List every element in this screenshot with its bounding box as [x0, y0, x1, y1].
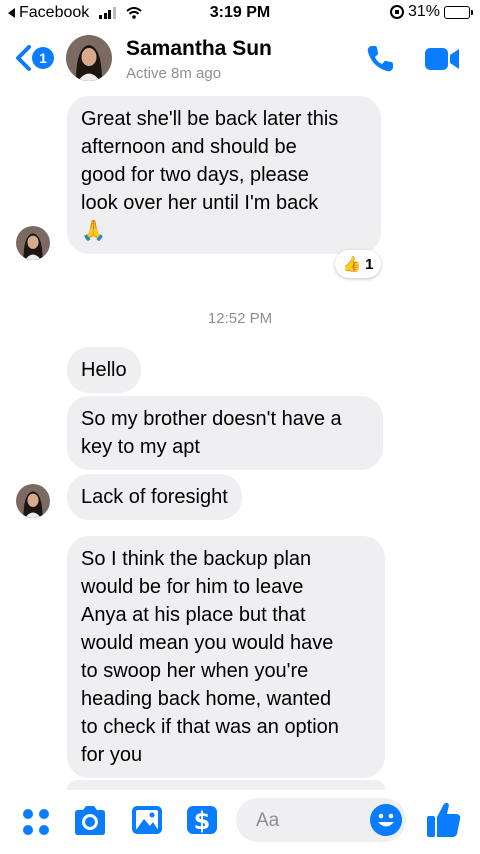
- message-input[interactable]: Aa: [236, 798, 406, 842]
- contact-name[interactable]: Samantha Sun: [126, 37, 272, 61]
- message-timestamp: 12:52 PM: [207, 310, 273, 327]
- dollar-icon[interactable]: $: [185, 804, 219, 836]
- status-bar: Facebook 3:19 PM 31%: [0, 0, 480, 26]
- message-input-placeholder: Aa: [256, 810, 280, 831]
- battery-icon: [444, 5, 473, 19]
- composer-bar: $ Aa: [0, 790, 480, 854]
- rotation-lock-icon: [389, 5, 404, 19]
- svg-text:$: $: [194, 807, 211, 835]
- message-bubble[interactable]: Great she'll be back later this afternoo…: [67, 96, 381, 254]
- status-right: 31%: [389, 3, 473, 21]
- battery-percent: 31%: [407, 3, 440, 20]
- camera-icon[interactable]: [72, 805, 108, 837]
- reaction-count: 1: [365, 255, 374, 273]
- sender-avatar[interactable]: [16, 484, 50, 518]
- sender-avatar[interactable]: [16, 226, 50, 260]
- message-bubble[interactable]: Lack of foresight: [67, 474, 242, 520]
- message-bubble[interactable]: So I think the backup plan would be for …: [67, 536, 385, 778]
- phone-icon[interactable]: [364, 43, 396, 75]
- photo-icon[interactable]: [130, 804, 164, 836]
- unread-badge[interactable]: 1: [32, 47, 54, 69]
- message-bubble[interactable]: Hello: [67, 347, 141, 393]
- emoji-icon[interactable]: [370, 804, 402, 836]
- message-reaction[interactable]: 👍 1: [335, 250, 381, 278]
- message-bubble[interactable]: So my brother doesn't have a key to my a…: [67, 396, 383, 470]
- thumbs-up-icon[interactable]: [426, 801, 462, 839]
- thumbs-up-reaction-icon: 👍: [342, 256, 362, 273]
- conversation-header: 1 Samantha Sun Active 8m ago: [0, 26, 480, 92]
- menu-dots-icon[interactable]: [22, 808, 50, 836]
- contact-avatar[interactable]: [66, 35, 112, 81]
- video-icon[interactable]: [424, 46, 460, 72]
- contact-status: Active 8m ago: [126, 65, 222, 82]
